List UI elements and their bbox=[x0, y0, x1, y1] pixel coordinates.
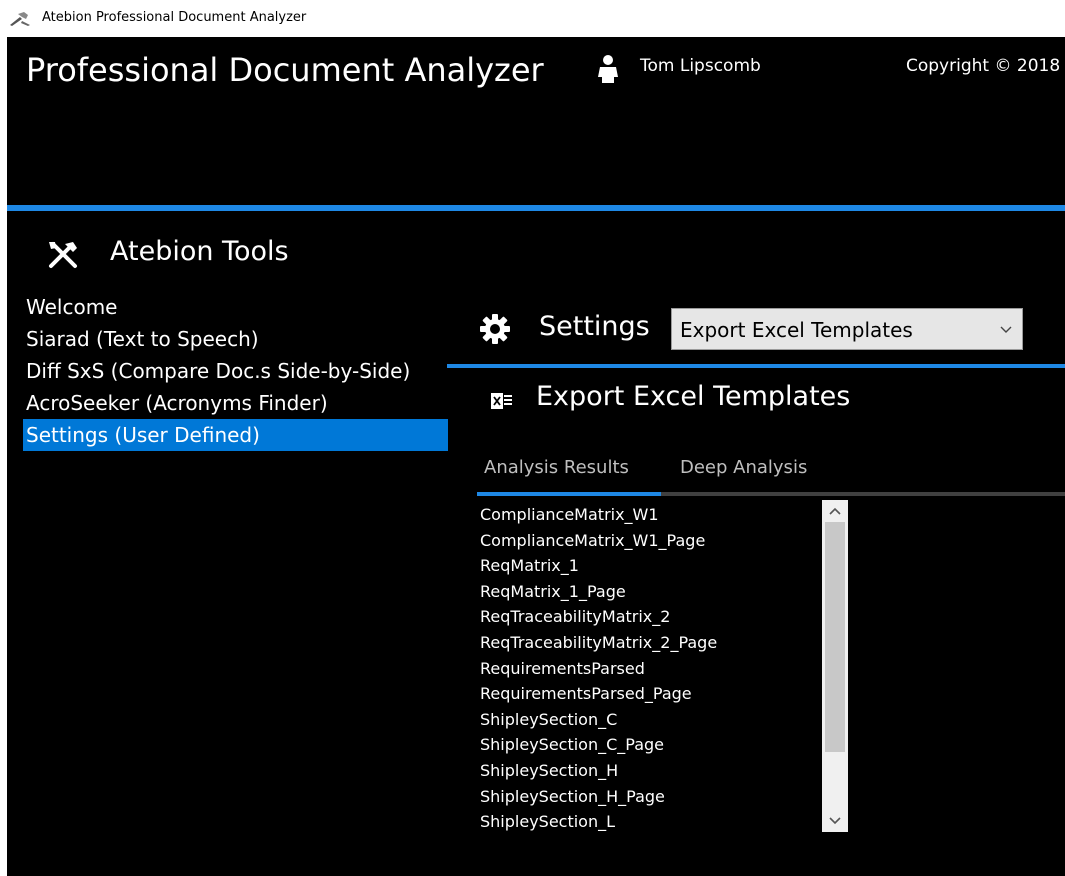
tools-title: Atebion Tools bbox=[110, 236, 289, 267]
nav-item-siarad[interactable]: Siarad (Text to Speech) bbox=[23, 323, 448, 355]
list-scrollbar[interactable] bbox=[822, 500, 848, 832]
nav-item-diff-sxs[interactable]: Diff SxS (Compare Doc.s Side-by-Side) bbox=[23, 355, 448, 387]
list-item[interactable]: ComplianceMatrix_W1 bbox=[477, 502, 822, 528]
template-list[interactable]: ComplianceMatrix_W1 ComplianceMatrix_W1_… bbox=[477, 502, 822, 835]
gear-icon bbox=[480, 314, 510, 344]
nav-item-label: Siarad (Text to Speech) bbox=[26, 327, 259, 351]
nav-item-settings[interactable]: Settings (User Defined) bbox=[23, 419, 448, 451]
list-item[interactable]: ShipleySection_L bbox=[477, 809, 822, 835]
tab-active-indicator bbox=[477, 492, 661, 496]
tab-deep-analysis[interactable]: Deep Analysis bbox=[680, 457, 807, 478]
list-item[interactable]: ReqMatrix_1_Page bbox=[477, 579, 822, 605]
window-titlebar: Atebion Professional Document Analyzer bbox=[0, 0, 1065, 37]
nav-item-label: Settings (User Defined) bbox=[26, 423, 260, 447]
scroll-down-icon[interactable] bbox=[822, 810, 848, 832]
user-name: Tom Lipscomb bbox=[640, 56, 761, 76]
settings-dropdown[interactable]: Export Excel Templates bbox=[671, 308, 1023, 350]
nav-item-label: Welcome bbox=[26, 295, 118, 319]
tab-analysis-results[interactable]: Analysis Results bbox=[484, 457, 629, 478]
app-frame: Professional Document Analyzer Tom Lipsc… bbox=[7, 37, 1065, 876]
list-item[interactable]: ShipleySection_H_Page bbox=[477, 784, 822, 810]
list-item[interactable]: ShipleySection_H bbox=[477, 758, 822, 784]
list-item[interactable]: ReqMatrix_1 bbox=[477, 553, 822, 579]
header-divider bbox=[7, 205, 1065, 211]
settings-divider bbox=[447, 364, 1065, 368]
nav-item-acroseeker[interactable]: AcroSeeker (Acronyms Finder) bbox=[23, 387, 448, 419]
list-item[interactable]: ReqTraceabilityMatrix_2 bbox=[477, 604, 822, 630]
list-item[interactable]: ReqTraceabilityMatrix_2_Page bbox=[477, 630, 822, 656]
nav-item-label: AcroSeeker (Acronyms Finder) bbox=[26, 391, 328, 415]
excel-icon bbox=[491, 393, 512, 409]
list-item[interactable]: RequirementsParsed_Page bbox=[477, 681, 822, 707]
nav-item-label: Diff SxS (Compare Doc.s Side-by-Side) bbox=[26, 359, 411, 383]
tools-icon bbox=[10, 12, 30, 26]
export-title: Export Excel Templates bbox=[536, 381, 851, 412]
list-item[interactable]: ShipleySection_C_Page bbox=[477, 732, 822, 758]
nav-item-welcome[interactable]: Welcome bbox=[23, 291, 448, 323]
scroll-thumb[interactable] bbox=[825, 522, 845, 752]
tools-nav: Welcome Siarad (Text to Speech) Diff SxS… bbox=[23, 291, 448, 451]
settings-title: Settings bbox=[539, 311, 650, 342]
list-item[interactable]: ComplianceMatrix_W1_Page bbox=[477, 528, 822, 554]
settings-dropdown-value: Export Excel Templates bbox=[680, 318, 913, 342]
chevron-down-icon bbox=[1000, 326, 1012, 333]
user-icon bbox=[598, 55, 618, 83]
window-title: Atebion Professional Document Analyzer bbox=[42, 10, 307, 25]
list-item[interactable]: ShipleySection_C bbox=[477, 707, 822, 733]
copyright-text: Copyright © 2018 bbox=[906, 56, 1061, 76]
scroll-up-icon[interactable] bbox=[822, 500, 848, 522]
app-title: Professional Document Analyzer bbox=[26, 51, 544, 89]
list-item[interactable]: RequirementsParsed bbox=[477, 656, 822, 682]
tools-icon bbox=[49, 242, 77, 268]
